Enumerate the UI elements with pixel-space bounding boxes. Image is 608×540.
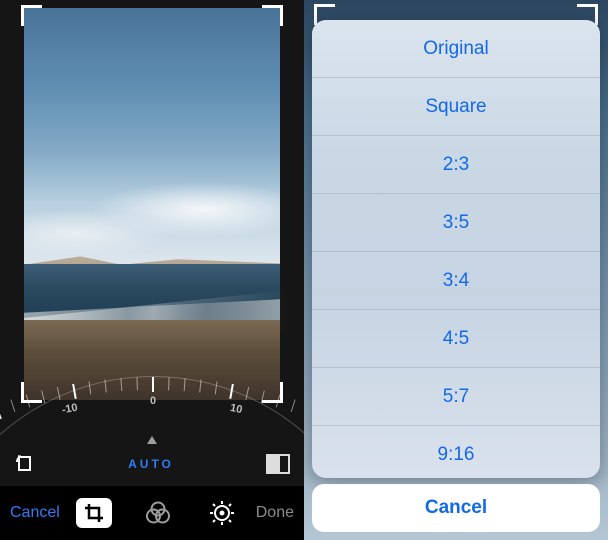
tool-filters[interactable] [140, 498, 176, 528]
dial-label: 0 [150, 395, 156, 407]
cancel-button[interactable]: Cancel [10, 504, 60, 522]
aspect-option[interactable]: Square [312, 78, 600, 136]
bottom-toolbar: Cancel Done [0, 486, 304, 540]
aspect-option[interactable]: 9:16 [312, 426, 600, 478]
crop-handle-tr[interactable] [262, 5, 283, 26]
aspect-option[interactable]: 2:3 [312, 136, 600, 194]
aspect-option[interactable]: Original [312, 20, 600, 78]
dial-label: -10 [61, 402, 79, 417]
crop-editor: -30-20-100102030 AUTO Cancel [0, 0, 304, 540]
rotate-icon[interactable] [14, 453, 36, 475]
aspect-option[interactable]: 4:5 [312, 310, 600, 368]
crop-handle-tl[interactable] [21, 5, 42, 26]
tool-crop[interactable] [76, 498, 112, 528]
aspect-option[interactable]: 3:5 [312, 194, 600, 252]
aspect-option[interactable]: 5:7 [312, 368, 600, 426]
aspect-option[interactable]: 3:4 [312, 252, 600, 310]
aspect-icon[interactable] [266, 454, 290, 474]
tool-adjust[interactable] [204, 498, 240, 528]
dial-label: 10 [229, 402, 243, 416]
auto-button[interactable]: AUTO [128, 457, 174, 471]
crop-area[interactable] [24, 8, 280, 400]
done-button[interactable]: Done [256, 504, 294, 522]
dial-pointer [147, 436, 157, 444]
aspect-ratio-sheet: OriginalSquare2:33:53:44:55:79:16 [312, 20, 600, 478]
sheet-cancel-button[interactable]: Cancel [312, 484, 600, 532]
